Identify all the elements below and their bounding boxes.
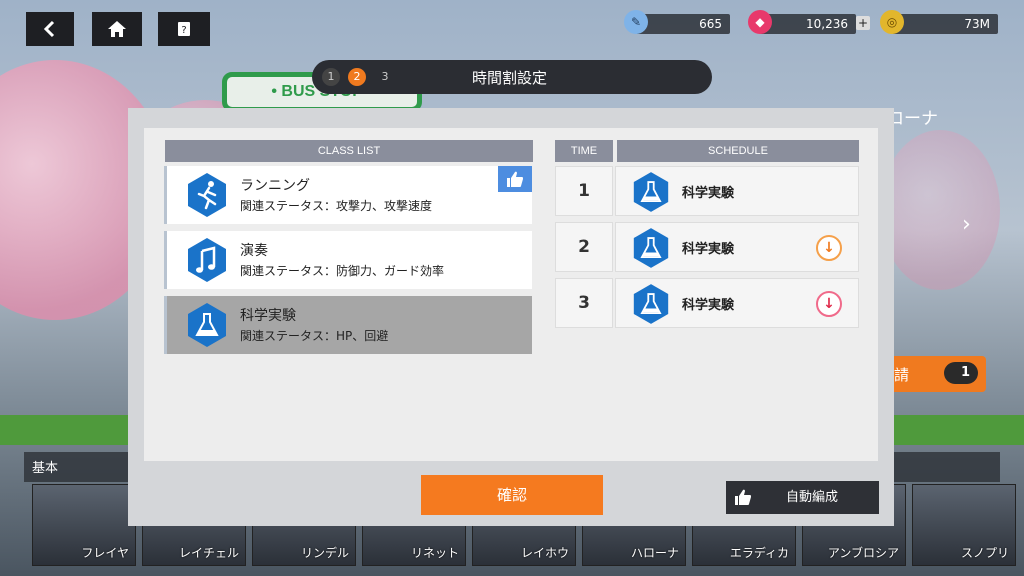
class-stats: 関連ステータス：攻撃力、攻撃速度 [240, 199, 433, 213]
tree [880, 130, 1000, 290]
gold-counter: ◎ 73M [880, 10, 998, 34]
home-button[interactable] [92, 12, 142, 46]
time-slot-2: 2 [555, 222, 613, 272]
step-2: 2 [348, 68, 366, 86]
auto-schedule-button[interactable]: 自動編成 [726, 481, 879, 514]
recommended-badge [498, 166, 532, 192]
music-note-icon [188, 238, 226, 282]
arrow-down-icon: ↓ [823, 296, 835, 312]
back-arrow-icon [43, 20, 55, 38]
character-card-name: アンブロシア [827, 546, 899, 560]
character-card-name: リネット [410, 546, 459, 560]
ticket-counter: ✎ 665 [624, 10, 730, 34]
svg-text:?: ? [181, 25, 186, 36]
character-card-name: レイチェル [178, 546, 239, 560]
flask-icon [633, 228, 669, 268]
confirm-button[interactable]: 確認 [421, 475, 603, 515]
schedule-slot-2[interactable]: 科学実験 ↓ [615, 222, 859, 272]
thumbs-up-icon [507, 171, 523, 187]
home-icon [108, 21, 126, 37]
class-name: ランニング [240, 178, 310, 194]
class-name: 科学実験 [240, 308, 296, 324]
step-3: 3 [381, 70, 389, 83]
schedule-dialog: CLASS LIST ランニング 関連ステータス：攻撃力、攻撃速度 演奏 関連ス… [128, 108, 894, 526]
gold-coin-icon: ◎ [880, 10, 904, 34]
schedule-class-name: 科学実験 [682, 242, 735, 257]
class-item-music[interactable]: 演奏 関連ステータス：防御力、ガード効率 [164, 231, 532, 289]
step-indicator: 1 2 3 時間割設定 [312, 60, 712, 94]
class-stats: 関連ステータス：HP、回避 [240, 329, 389, 343]
schedule-panel: CLASS LIST ランニング 関連ステータス：攻撃力、攻撃速度 演奏 関連ス… [144, 128, 878, 461]
character-card[interactable]: スノプリ [912, 484, 1016, 566]
character-card-name: レイホウ [520, 546, 569, 560]
running-icon [188, 173, 226, 217]
character-card-name: リンデル [300, 546, 349, 560]
character-card-name: エラディカ [729, 546, 789, 560]
help-icon: ? [178, 22, 190, 36]
gem-counter: ◆ 10,236 + [748, 10, 870, 34]
step-1: 1 [322, 68, 340, 86]
class-list-header: CLASS LIST [165, 140, 533, 162]
schedule-slot-3[interactable]: 科学実験 ↓ [615, 278, 859, 328]
gem-icon: ◆ [748, 10, 772, 34]
class-item-running[interactable]: ランニング 関連ステータス：攻撃力、攻撃速度 [164, 166, 532, 224]
add-gems-button[interactable]: + [856, 16, 870, 30]
class-stats: 関連ステータス：防御力、ガード効率 [240, 264, 445, 278]
move-down-button[interactable]: ↓ [816, 291, 842, 317]
page-title: 時間割設定 [472, 69, 548, 87]
schedule-header: SCHEDULE [617, 140, 859, 162]
ticket-icon: ✎ [624, 10, 648, 34]
arrow-down-icon: ↓ [823, 240, 835, 256]
flask-icon [188, 303, 226, 347]
character-card-name: スノプリ [960, 546, 1009, 560]
basic-label: 基本 [32, 461, 59, 476]
schedule-slot-1[interactable]: 科学実験 [615, 166, 859, 216]
time-slot-1: 1 [555, 166, 613, 216]
character-card-name: フレイヤ [81, 546, 129, 560]
time-header: TIME [555, 140, 613, 162]
thumbs-up-icon [735, 489, 751, 505]
request-button[interactable]: 請 1 [880, 356, 986, 392]
request-count: 1 [944, 362, 978, 384]
class-name: 演奏 [240, 243, 268, 259]
character-card[interactable]: フレイヤ [32, 484, 136, 566]
schedule-class-name: 科学実験 [682, 186, 735, 201]
schedule-class-name: 科学実験 [682, 298, 735, 313]
flask-icon [633, 172, 669, 212]
next-arrow-icon[interactable]: › [962, 212, 971, 237]
character-card-name: ハローナ [630, 546, 679, 560]
move-down-button[interactable]: ↓ [816, 235, 842, 261]
back-button[interactable] [26, 12, 74, 46]
class-item-science[interactable]: 科学実験 関連ステータス：HP、回避 [164, 296, 532, 354]
time-slot-3: 3 [555, 278, 613, 328]
flask-icon [633, 284, 669, 324]
help-button[interactable]: ? [158, 12, 210, 46]
